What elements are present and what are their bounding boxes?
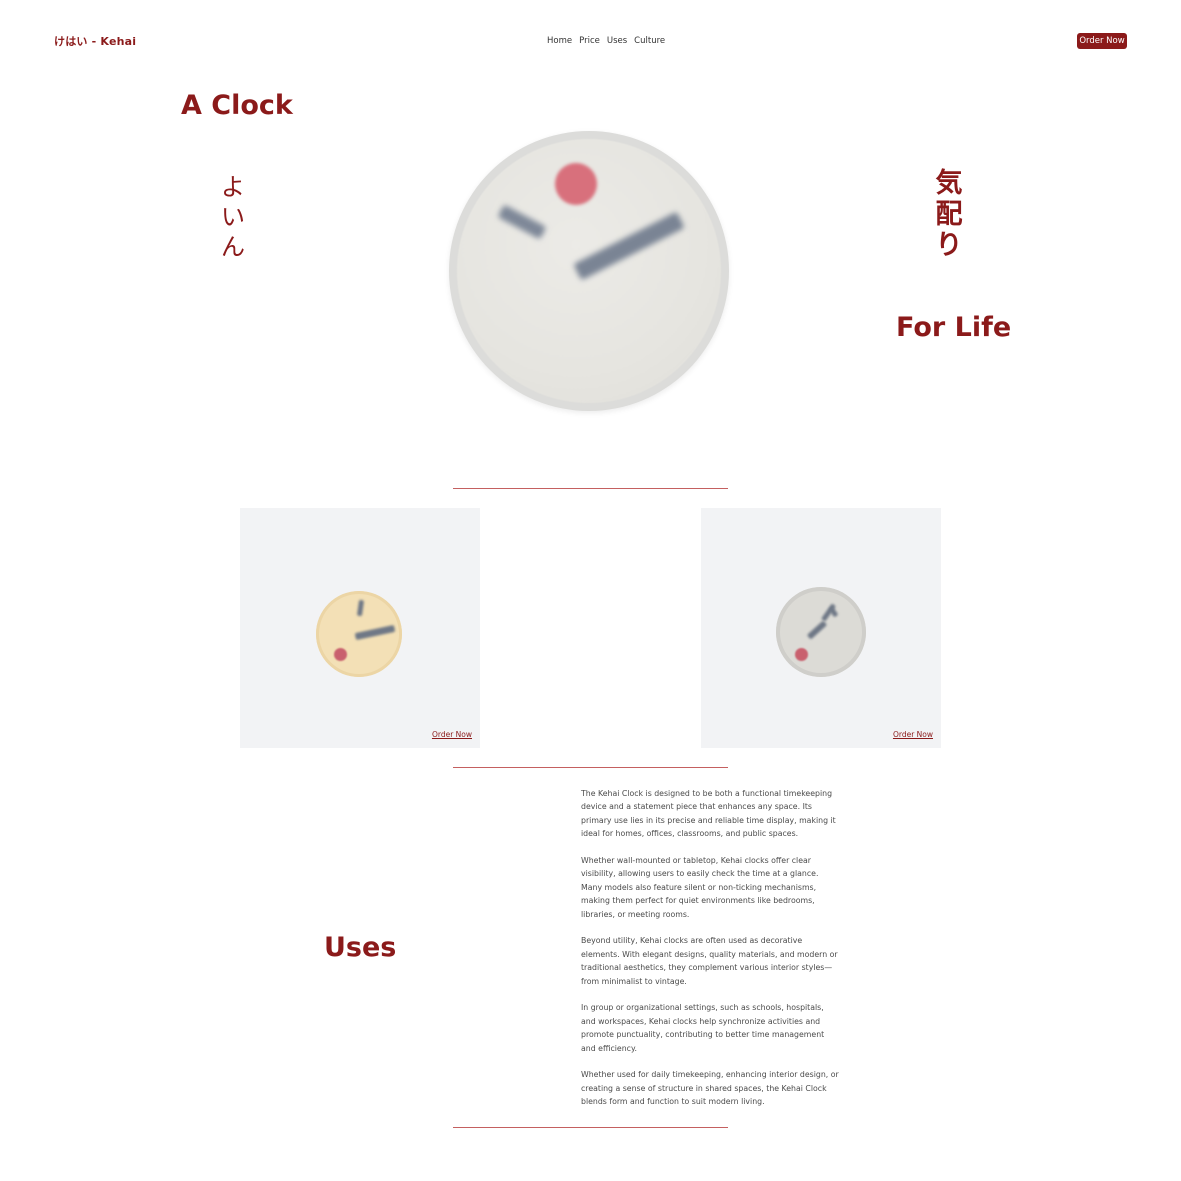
uses-paragraph: Beyond utility, Kehai clocks are often u…: [581, 936, 838, 986]
section-divider: [453, 488, 728, 489]
product-card: Order Now: [240, 508, 480, 748]
product-clock-image: [316, 591, 402, 677]
hero-vertical-text-left: よいん: [221, 173, 245, 261]
product-card: Order Now: [701, 508, 941, 748]
uses-paragraph: Whether wall-mounted or tabletop, Kehai …: [581, 856, 819, 919]
uses-description: The Kehai Clock is designed to be both a…: [581, 787, 839, 1122]
clock-hour-hand: [356, 599, 365, 617]
nav-item-price[interactable]: Price: [579, 36, 600, 46]
nav-item-culture[interactable]: Culture: [634, 36, 665, 46]
brand-logo[interactable]: けはい - Kehai: [54, 33, 136, 49]
uses-paragraph: The Kehai Clock is designed to be both a…: [581, 789, 836, 839]
product-clock-image: [776, 587, 866, 677]
clock-red-dot: [334, 648, 347, 661]
uses-paragraph: Whether used for daily timekeeping, enha…: [581, 1070, 839, 1107]
clock-second-hand: [828, 606, 839, 618]
nav-item-home[interactable]: Home: [547, 36, 572, 46]
hero-clock-image: [449, 131, 729, 411]
hero-title-left: A Clock: [181, 90, 293, 121]
clock-minute-hand: [354, 624, 396, 641]
section-divider: [453, 767, 728, 768]
clock-minute-hand: [806, 620, 828, 640]
section-divider: [453, 1127, 728, 1128]
clock-red-dot: [795, 648, 808, 661]
product-order-link[interactable]: Order Now: [893, 730, 933, 739]
nav-item-uses[interactable]: Uses: [607, 36, 627, 46]
product-order-link[interactable]: Order Now: [432, 730, 472, 739]
uses-paragraph: In group or organizational settings, suc…: [581, 1003, 825, 1053]
hero-title-right: For Life: [896, 312, 1012, 343]
uses-section-title: Uses: [324, 932, 397, 963]
main-nav: Home Price Uses Culture: [547, 36, 665, 46]
hero-vertical-text-right: 気配り: [935, 168, 963, 261]
page: けはい - Kehai Home Price Uses Culture Orde…: [0, 0, 1181, 1181]
order-now-button[interactable]: Order Now: [1077, 33, 1127, 49]
clock-red-dot: [555, 163, 597, 205]
